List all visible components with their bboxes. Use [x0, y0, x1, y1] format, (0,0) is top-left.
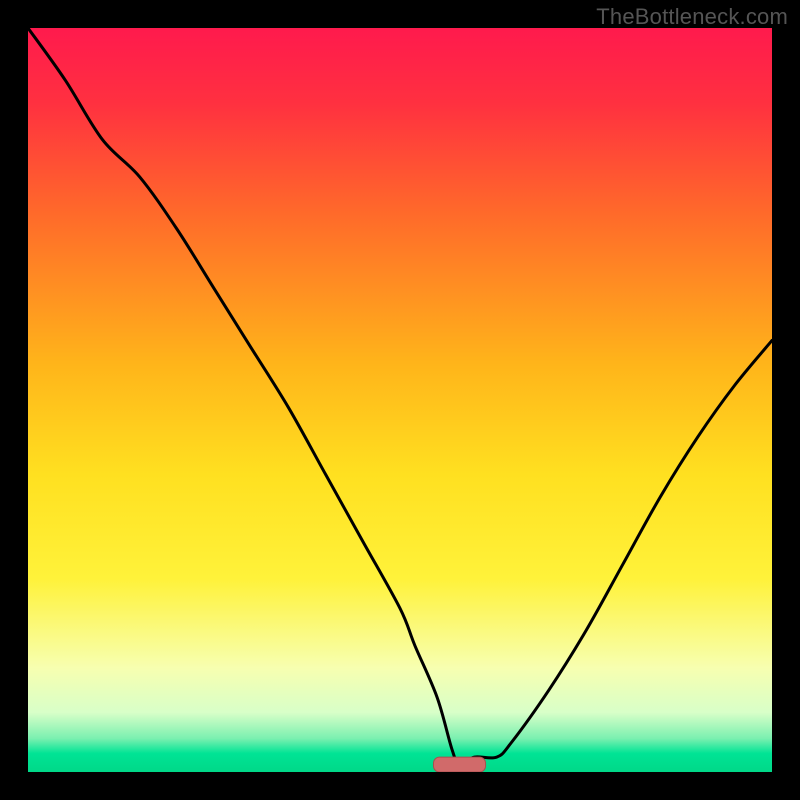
optimal-marker	[433, 757, 485, 772]
plot-area	[28, 28, 772, 772]
plot-svg	[28, 28, 772, 772]
watermark-text: TheBottleneck.com	[596, 4, 788, 30]
chart-frame: TheBottleneck.com	[0, 0, 800, 800]
gradient-background	[28, 28, 772, 772]
